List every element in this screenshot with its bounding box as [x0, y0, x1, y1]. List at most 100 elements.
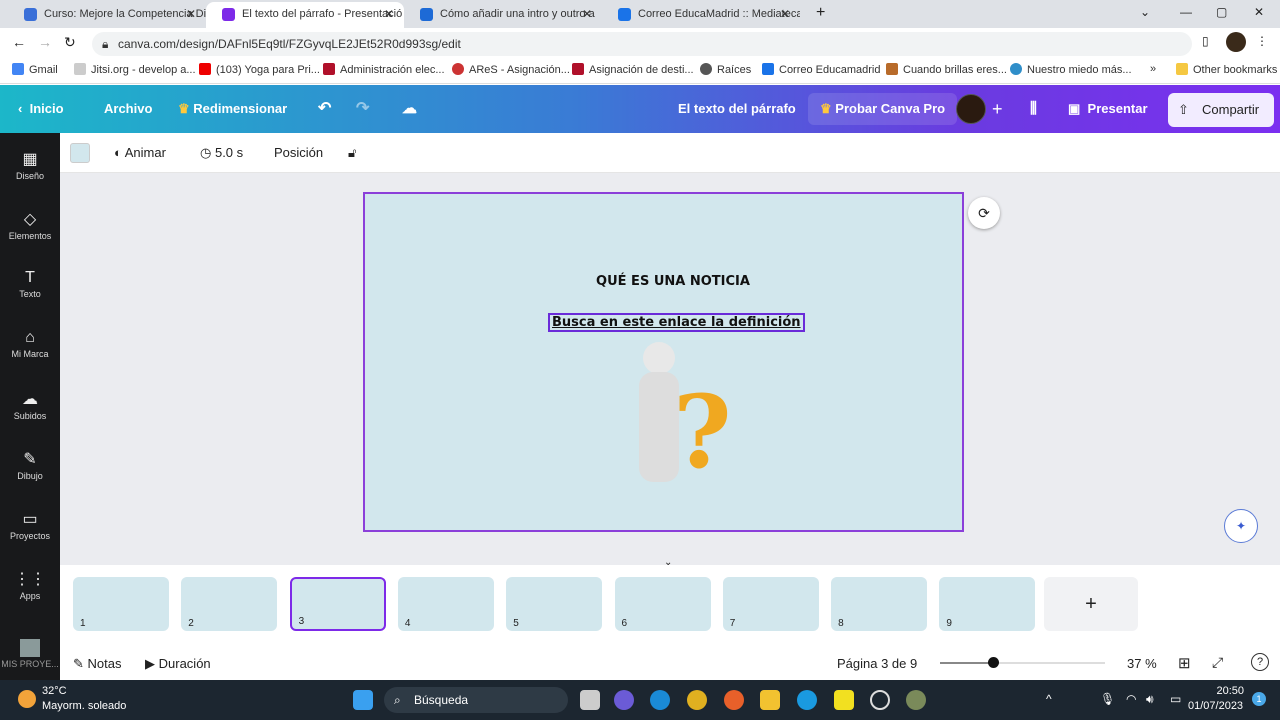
- menu-icon[interactable]: ⋮: [1256, 34, 1268, 48]
- taskbar-search[interactable]: ⌕ Búsqueda: [384, 687, 568, 713]
- bookmark[interactable]: Cuando brillas eres...: [886, 63, 1007, 76]
- windows-start-icon[interactable]: [353, 690, 373, 710]
- battery-icon[interactable]: ▭: [1170, 692, 1181, 706]
- sidebar-item-uploads[interactable]: ☁ Subidos: [0, 389, 60, 421]
- page-thumbnail[interactable]: 1: [73, 577, 169, 631]
- resize-button[interactable]: ♛ Redimensionar: [178, 85, 287, 133]
- task-view-icon[interactable]: [580, 690, 600, 710]
- collapse-chevron-icon[interactable]: ⌄: [664, 557, 672, 568]
- magic-assistant-icon[interactable]: ✦: [1224, 509, 1258, 543]
- maximize-icon[interactable]: ▢: [1216, 5, 1227, 19]
- tray-chevron-icon[interactable]: ^: [1046, 692, 1052, 706]
- background-color-swatch[interactable]: [70, 143, 90, 163]
- browser-tab[interactable]: Cómo añadir una intro y outro a ✕: [404, 2, 602, 28]
- more-bookmarks-icon[interactable]: »: [1150, 63, 1156, 75]
- teams-icon[interactable]: [614, 690, 634, 710]
- bookmark[interactable]: (103) Yoga para Pri...: [199, 63, 320, 76]
- user-avatar[interactable]: [956, 94, 986, 124]
- notification-badge[interactable]: 1: [1252, 692, 1266, 706]
- close-tab-icon[interactable]: ✕: [384, 2, 394, 26]
- url-input[interactable]: 🔒︎ canva.com/design/DAFnl5Eq9tl/FZGyvqLE2…: [92, 32, 1192, 56]
- zoom-slider[interactable]: [940, 657, 1105, 668]
- sidebar-item-projects[interactable]: ▭ Proyectos: [0, 509, 60, 541]
- home-button[interactable]: ‹ Inicio: [18, 85, 64, 133]
- close-window-icon[interactable]: ✕: [1254, 5, 1264, 19]
- browser-tab[interactable]: Correo EducaMadrid :: Mediateca ✕: [602, 2, 800, 28]
- sidebar-item-design[interactable]: ▦ Diseño: [0, 149, 60, 181]
- other-bookmarks[interactable]: Other bookmarks: [1176, 63, 1277, 76]
- page-thumbnail[interactable]: 9: [939, 577, 1036, 631]
- add-collaborator-icon[interactable]: +: [992, 85, 1003, 133]
- firefox-icon[interactable]: [724, 690, 744, 710]
- sidebar-item-my-projects[interactable]: MIS PROYE...: [0, 639, 60, 669]
- bookmark[interactable]: Jitsi.org - develop a...: [74, 63, 196, 76]
- page-thumbnail[interactable]: 7: [722, 577, 819, 631]
- obs-icon[interactable]: [870, 690, 890, 710]
- duration-footer-button[interactable]: ▶︎ Duración: [145, 656, 211, 672]
- close-tab-icon[interactable]: ✕: [186, 2, 196, 26]
- tab-search-icon[interactable]: ⌄: [1140, 5, 1150, 19]
- bookmark[interactable]: Correo Educamadrid: [762, 63, 881, 76]
- undo-icon[interactable]: ↶: [318, 85, 331, 133]
- page-thumbnail[interactable]: 8: [831, 577, 928, 631]
- clock-time[interactable]: 20:50: [1210, 685, 1244, 697]
- duration-button[interactable]: ◷ 5.0 s: [200, 145, 243, 161]
- slide-link-text[interactable]: Busca en este enlace la definición: [548, 313, 805, 332]
- bookmark[interactable]: Administración elec...: [323, 63, 445, 76]
- slide-canvas[interactable]: QUÉ ES UNA NOTICIA Busca en este enlace …: [363, 192, 964, 532]
- skype-icon[interactable]: [797, 690, 817, 710]
- bookmark[interactable]: Gmail: [12, 63, 58, 76]
- position-button[interactable]: Posición: [274, 145, 323, 160]
- file-menu-button[interactable]: Archivo: [104, 85, 152, 133]
- sidebar-item-apps[interactable]: ⋮⋮ Apps: [0, 569, 60, 601]
- bookmark[interactable]: Nuestro miedo más...: [1010, 63, 1132, 76]
- todo-app-icon[interactable]: [834, 690, 854, 710]
- forward-icon[interactable]: →: [38, 34, 52, 50]
- browser-tab[interactable]: Curso: Mejore la Competencia Di ✕: [8, 2, 206, 28]
- volume-icon[interactable]: 🔊︎: [1146, 692, 1154, 707]
- sidebar-item-draw[interactable]: ✎ Dibujo: [0, 449, 60, 481]
- sidebar-item-brand[interactable]: ⌂ Mi Marca: [0, 329, 60, 359]
- wifi-icon[interactable]: ◠: [1126, 692, 1136, 706]
- zoom-level[interactable]: 37 %: [1127, 656, 1157, 671]
- microphone-icon[interactable]: 🎙︎: [1100, 692, 1115, 706]
- page-thumbnail[interactable]: 3: [289, 577, 386, 631]
- lock-icon[interactable]: 🔓︎: [348, 145, 356, 161]
- notes-button[interactable]: ✎ Notas: [73, 656, 122, 672]
- fullscreen-icon[interactable]: ⤢: [1212, 654, 1223, 671]
- analytics-icon[interactable]: ⫼: [1030, 85, 1037, 133]
- slide-title[interactable]: QUÉ ES UNA NOTICIA: [365, 274, 981, 289]
- page-thumbnail[interactable]: 2: [181, 577, 278, 631]
- bookmark[interactable]: Asignación de desti...: [572, 63, 694, 76]
- present-button[interactable]: ▣ Presentar: [1068, 85, 1148, 133]
- chrome-icon[interactable]: [687, 690, 707, 710]
- add-page-button[interactable]: +: [1044, 577, 1138, 631]
- minimize-icon[interactable]: —: [1180, 5, 1192, 19]
- sidepanel-icon[interactable]: ▯: [1202, 34, 1209, 48]
- page-thumbnail[interactable]: 6: [614, 577, 711, 631]
- browser-tab-active[interactable]: El texto del párrafo - Presentació ✕: [206, 2, 404, 28]
- app-icon[interactable]: [906, 690, 926, 710]
- thinking-figure-image[interactable]: ?: [623, 342, 743, 492]
- sidebar-item-elements[interactable]: ◇ Elementos: [0, 209, 60, 241]
- page-thumbnail[interactable]: 5: [506, 577, 603, 631]
- try-pro-button[interactable]: ♛ Probar Canva Pro: [808, 93, 958, 125]
- clock-date[interactable]: 01/07/2023: [1188, 700, 1243, 712]
- share-button[interactable]: ⇧ Compartir: [1168, 93, 1274, 127]
- redo-icon[interactable]: ↷: [356, 85, 369, 133]
- comment-icon[interactable]: ⟳: [968, 197, 1000, 229]
- help-icon[interactable]: ?: [1251, 653, 1269, 671]
- grid-view-icon[interactable]: ⊞: [1178, 654, 1191, 672]
- profile-avatar[interactable]: [1226, 32, 1246, 52]
- animate-button[interactable]: ◐ Animar: [114, 145, 166, 160]
- close-tab-icon[interactable]: ✕: [780, 2, 790, 26]
- page-thumbnail[interactable]: 4: [397, 577, 494, 631]
- document-title[interactable]: El texto del párrafo: [678, 85, 796, 133]
- new-tab-icon[interactable]: +: [816, 4, 825, 22]
- close-tab-icon[interactable]: ✕: [582, 2, 592, 26]
- sidebar-item-text[interactable]: T Texto: [0, 269, 60, 299]
- file-explorer-icon[interactable]: [760, 690, 780, 710]
- reload-icon[interactable]: ↻: [64, 34, 76, 51]
- bookmark[interactable]: Raíces: [700, 63, 751, 76]
- bookmark[interactable]: AReS - Asignación...: [452, 63, 570, 76]
